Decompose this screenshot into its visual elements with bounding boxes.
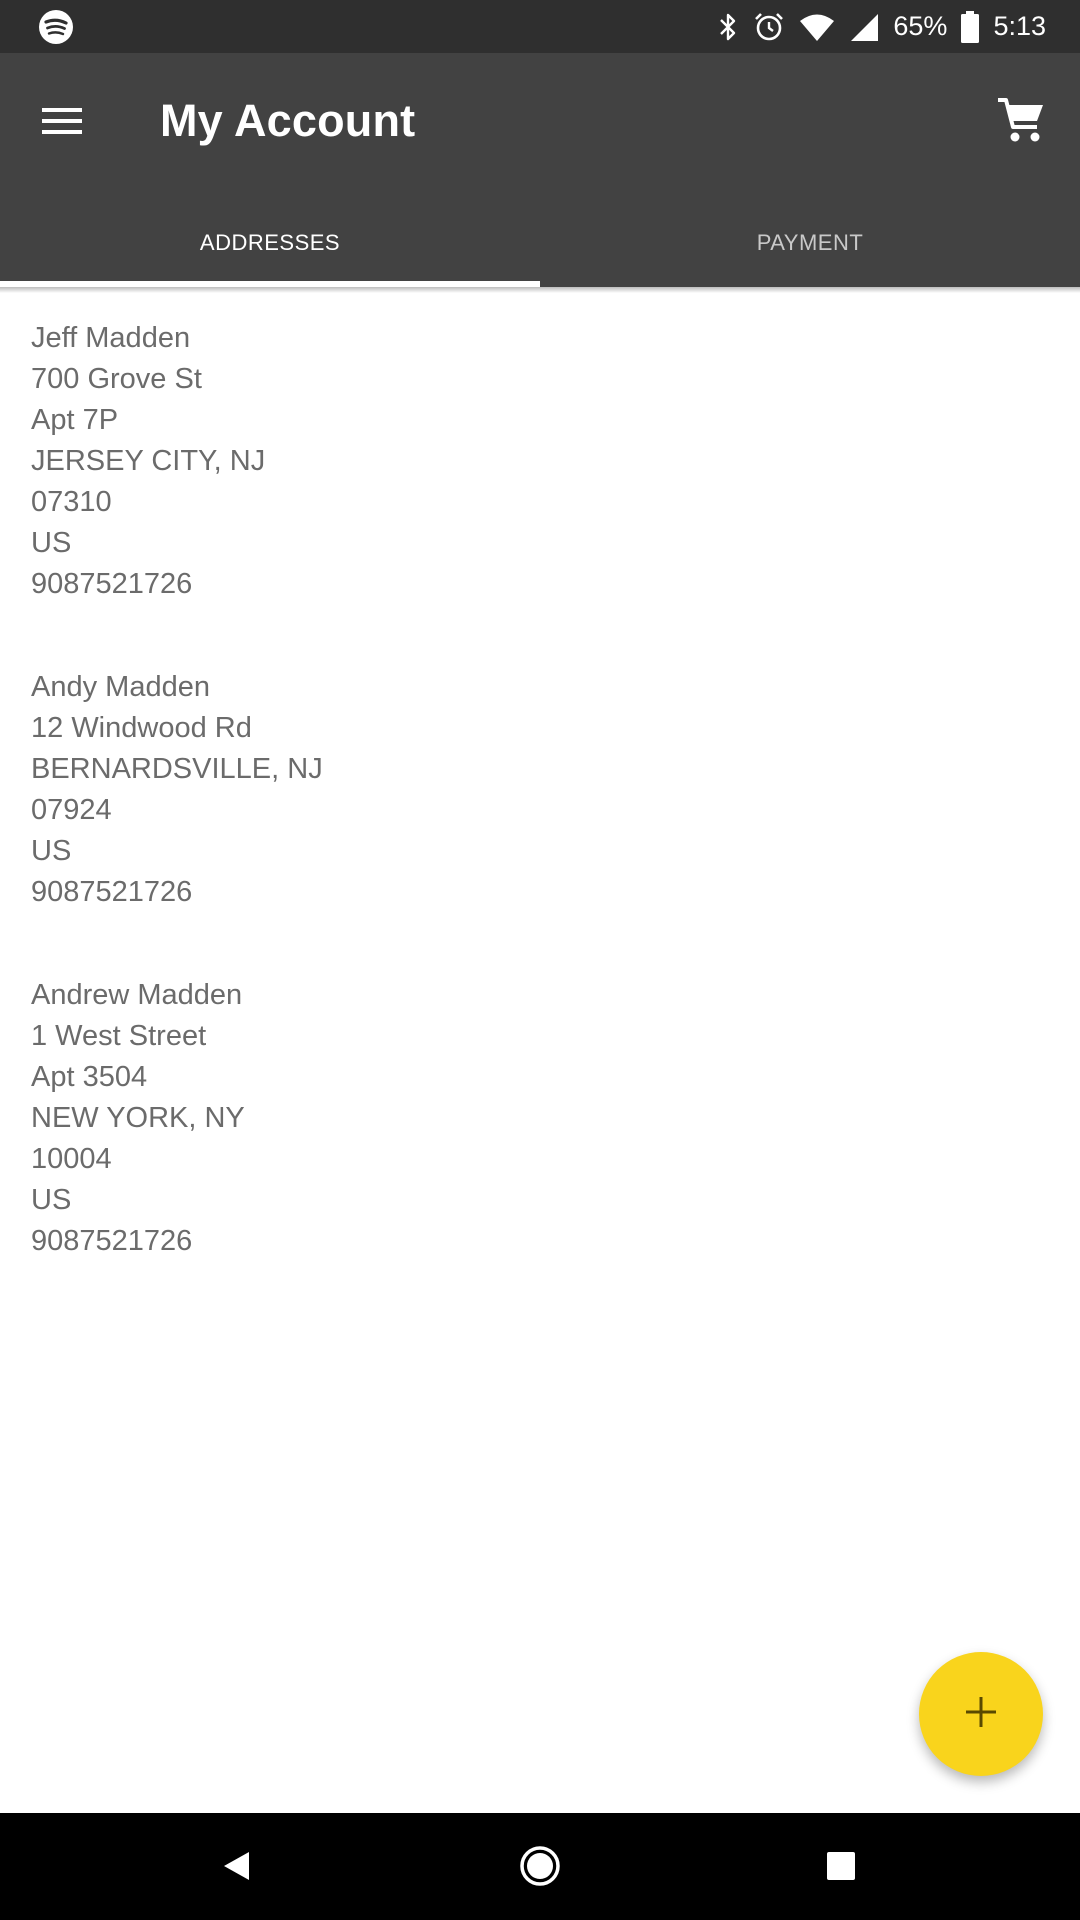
tab-addresses[interactable]: ADDRESSES xyxy=(0,199,540,287)
address-unit: Apt 3504 xyxy=(31,1061,148,1093)
add-address-button[interactable] xyxy=(919,1652,1043,1776)
tab-payment[interactable]: PAYMENT xyxy=(540,199,1080,287)
hamburger-menu-icon[interactable] xyxy=(32,91,92,151)
plus-icon xyxy=(963,1694,999,1735)
address-city-state: JERSEY CITY, NJ xyxy=(31,445,266,477)
address-unit: Apt 7P xyxy=(31,404,119,436)
address-item[interactable]: Andy Madden 12 Windwood Rd BERNARDSVILLE… xyxy=(0,667,1080,913)
address-zip: 07924 xyxy=(31,794,112,826)
address-phone: 9087521726 xyxy=(31,876,193,908)
address-name: Jeff Madden xyxy=(31,322,191,354)
spotify-icon xyxy=(38,9,74,45)
battery-percent: 65% xyxy=(893,11,948,41)
address-item[interactable]: Jeff Madden 700 Grove St Apt 7P JERSEY C… xyxy=(0,318,1080,605)
tab-payment-label: PAYMENT xyxy=(756,230,864,255)
bluetooth-icon xyxy=(717,11,739,43)
shopping-cart-icon[interactable] xyxy=(986,85,1056,155)
system-nav-bar xyxy=(0,1813,1080,1920)
address-street: 700 Grove St xyxy=(31,363,202,395)
address-list: Jeff Madden 700 Grove St Apt 7P JERSEY C… xyxy=(0,300,1080,1324)
status-icons: 65% 5:13 xyxy=(717,0,1046,53)
address-name: Andrew Madden xyxy=(31,979,243,1011)
address-item[interactable]: Andrew Madden 1 West Street Apt 3504 NEW… xyxy=(0,975,1080,1262)
address-phone: 9087521726 xyxy=(31,568,193,600)
address-zip: 07310 xyxy=(31,486,112,518)
tab-bar: ADDRESSES PAYMENT xyxy=(0,199,1080,287)
tab-addresses-label: ADDRESSES xyxy=(199,230,341,255)
home-circle-icon[interactable] xyxy=(507,1833,573,1899)
address-name: Andy Madden xyxy=(31,671,210,703)
address-country: US xyxy=(31,835,72,867)
address-phone: 9087521726 xyxy=(31,1225,193,1257)
clock: 5:13 xyxy=(993,11,1046,41)
app-bar: My Account ADDRESSES PAYMENT xyxy=(0,53,1080,287)
app-bar-shadow xyxy=(0,287,1080,293)
back-triangle-icon[interactable] xyxy=(203,1833,269,1899)
address-city-state: NEW YORK, NY xyxy=(31,1102,245,1134)
wifi-icon xyxy=(799,12,835,42)
address-country: US xyxy=(31,1184,72,1216)
battery-icon xyxy=(961,10,980,43)
status-bar: 65% 5:13 xyxy=(0,0,1080,53)
recents-square-icon[interactable] xyxy=(808,1833,874,1899)
address-city-state: BERNARDSVILLE, NJ xyxy=(31,753,323,785)
cell-signal-icon xyxy=(849,12,879,42)
address-street: 12 Windwood Rd xyxy=(31,712,252,744)
address-street: 1 West Street xyxy=(31,1020,207,1052)
alarm-icon xyxy=(753,11,785,43)
address-country: US xyxy=(31,527,72,559)
page-title: My Account xyxy=(160,95,416,146)
address-zip: 10004 xyxy=(31,1143,112,1175)
